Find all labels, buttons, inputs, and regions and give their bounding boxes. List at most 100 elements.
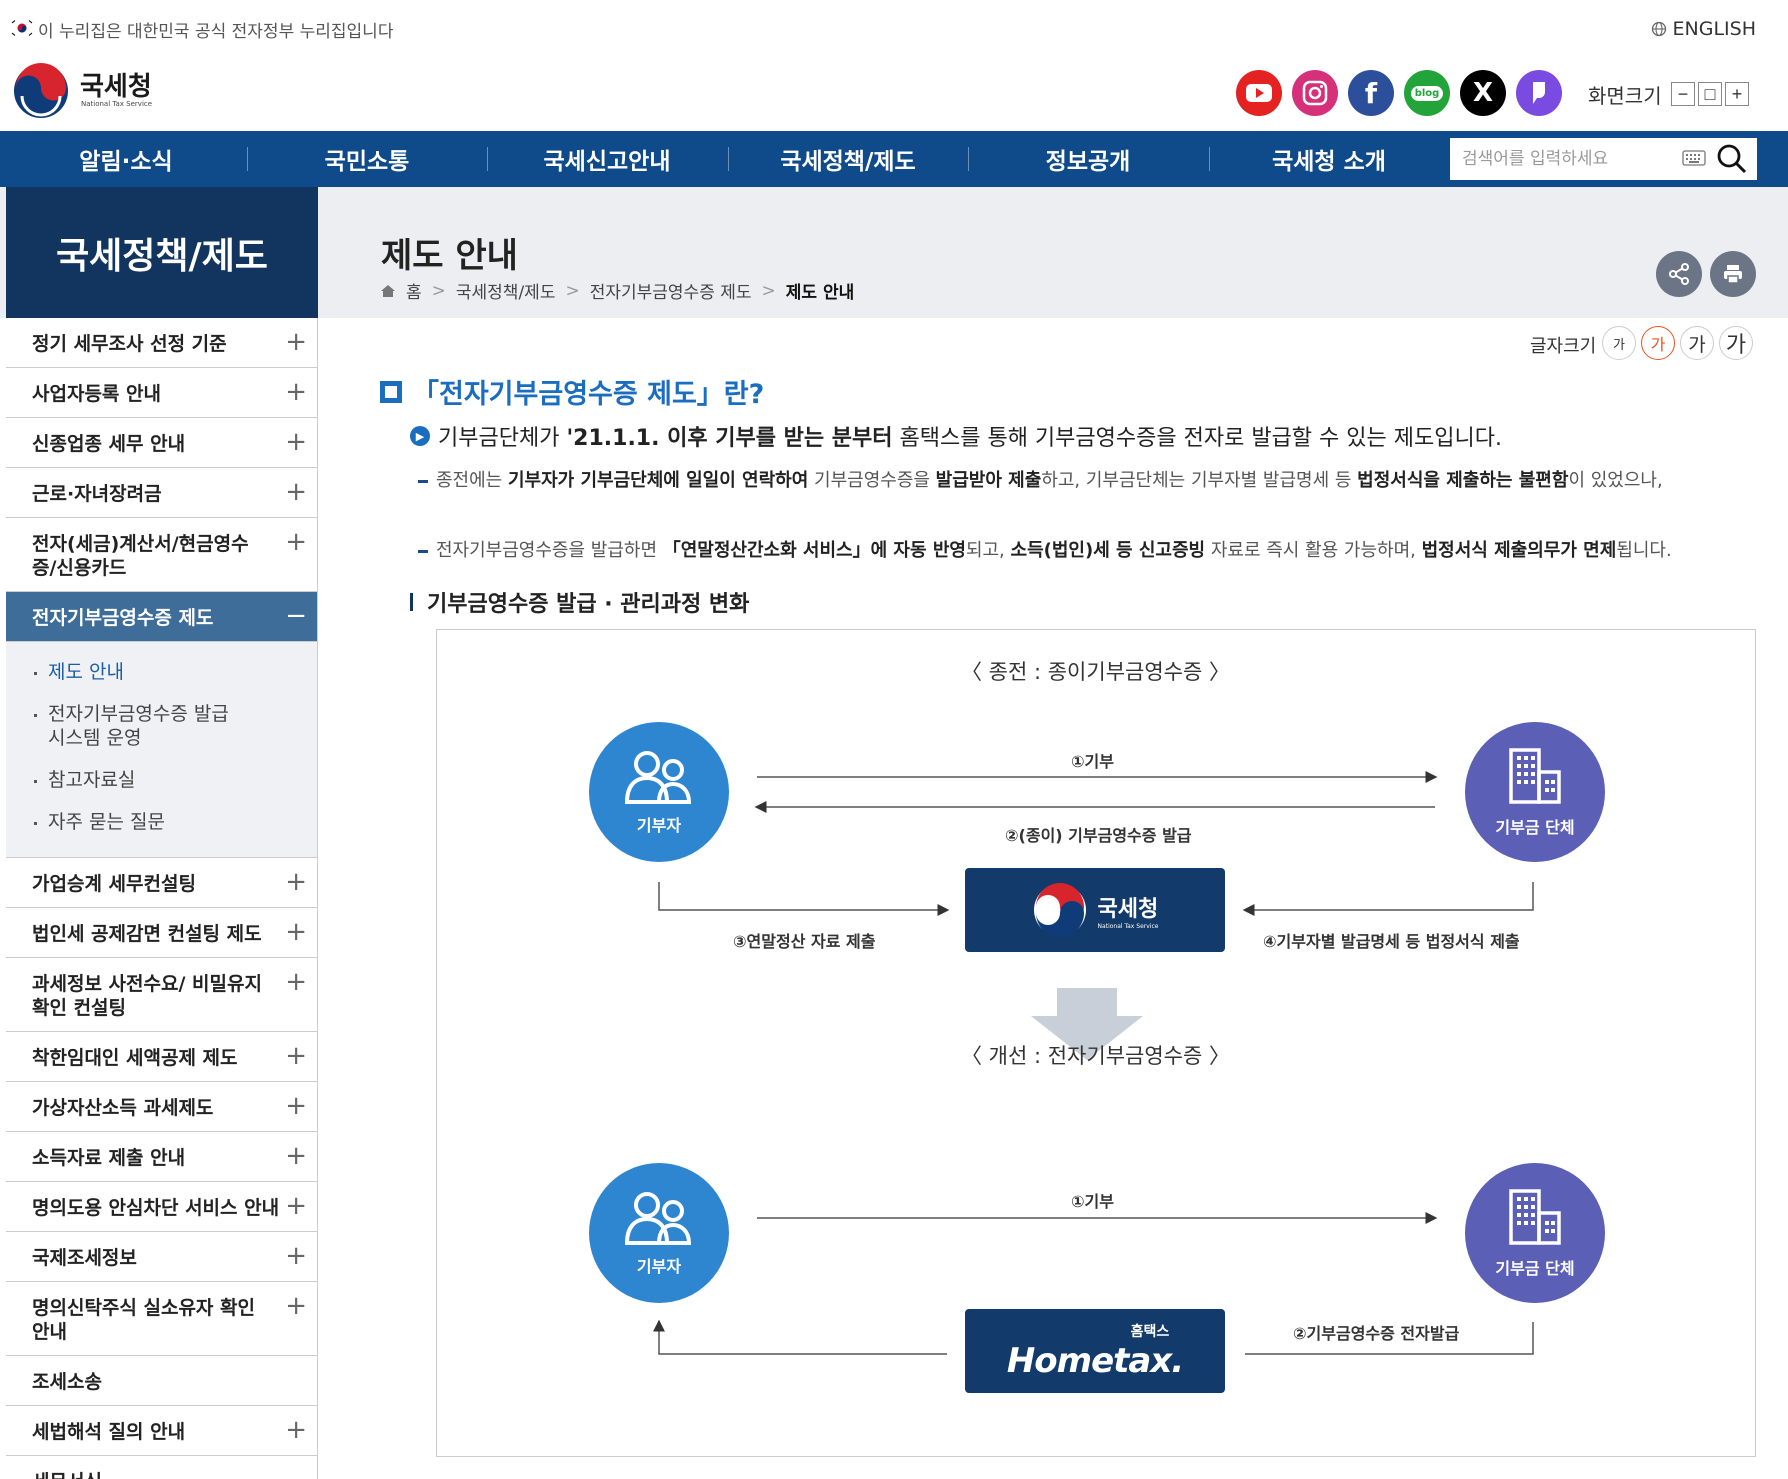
detail-text: 전자기부금영수증을 발급하면 bbox=[436, 540, 663, 561]
lnb-item-label: 세법해석 질의 안내 bbox=[32, 1421, 186, 1443]
nts-text: 국세청 National Tax Service bbox=[1098, 891, 1159, 930]
summary-line: 기부금단체가 '21.1.1. 이후 기부를 받는 분부터 홈택스를 통해 기부… bbox=[438, 420, 1502, 452]
font-size-small-button[interactable]: 가 bbox=[1602, 326, 1636, 360]
x-icon[interactable]: X bbox=[1460, 70, 1506, 116]
plus-icon: + bbox=[285, 1415, 307, 1445]
breadcrumb-e-receipt[interactable]: 전자기부금영수증 제도 bbox=[590, 278, 752, 303]
english-link[interactable]: ENGLISH bbox=[1651, 18, 1756, 40]
lnb-item-identity-theft[interactable]: 명의도용 안심차단 서비스 안내 + bbox=[6, 1182, 317, 1232]
local-nav: 정기 세무조사 선정 기준 + 사업자등록 안내 + 신종업종 세무 안내 + 근로·… bbox=[6, 318, 318, 1479]
font-size-large-button[interactable]: 가 bbox=[1680, 326, 1714, 360]
plus-icon: + bbox=[285, 327, 307, 357]
english-label: ENGLISH bbox=[1672, 18, 1756, 40]
hometax-logo: Hometax. bbox=[1006, 1341, 1184, 1381]
nts-emblem-icon bbox=[1033, 883, 1086, 937]
gnb-item-news[interactable]: 알림·소식 bbox=[6, 131, 246, 187]
font-size-xlarge-button[interactable]: 가 bbox=[1719, 326, 1753, 360]
org-node-after: 기부금 단체 bbox=[1465, 1163, 1605, 1303]
search-icon[interactable] bbox=[1716, 143, 1748, 175]
plus-icon: + bbox=[285, 917, 307, 947]
lnb-item-earned-income[interactable]: 근로·자녀장려금 + bbox=[6, 468, 317, 518]
lnb-item-international-tax[interactable]: 국제조세정보 + bbox=[6, 1232, 317, 1282]
sub-heading: 기부금영수증 발급 · 관리과정 변화 bbox=[410, 586, 749, 618]
detail-bold: 「연말정산간소화 서비스」에 자동 반영 bbox=[662, 540, 966, 561]
summary-bold: '21.1.1. 이후 기부를 받는 분부터 bbox=[566, 426, 893, 451]
building-icon bbox=[1509, 1189, 1561, 1245]
step-year-end-data: ③연말정산 자료 제출 bbox=[733, 932, 876, 951]
building-icon bbox=[1509, 748, 1561, 804]
summary-pre: 기부금단체가 bbox=[438, 426, 567, 451]
detail-text: 하고, 기부금단체는 기부자별 발급명세 등 bbox=[1041, 470, 1358, 491]
heading-bar-icon bbox=[410, 593, 413, 611]
lnb-item-e-invoice[interactable]: 전자(세금)계산서/현금영수증/신용카드 + bbox=[6, 518, 317, 592]
zoom-reset-button[interactable]: □ bbox=[1698, 82, 1722, 106]
share-icon bbox=[1669, 263, 1689, 285]
zoom-out-button[interactable]: − bbox=[1671, 82, 1695, 106]
youtube-icon[interactable] bbox=[1236, 70, 1282, 116]
lnb-item-succession-consulting[interactable]: 가업승계 세무컨설팅 + bbox=[6, 858, 317, 908]
lnb-item-virtual-asset[interactable]: 가상자산소득 과세제도 + bbox=[6, 1082, 317, 1132]
search-input[interactable] bbox=[1462, 144, 1672, 174]
plus-icon: + bbox=[285, 527, 307, 557]
print-button[interactable] bbox=[1710, 251, 1756, 297]
instagram-icon[interactable] bbox=[1292, 70, 1338, 116]
lnb-item-tax-audit[interactable]: 정기 세무조사 선정 기준 + bbox=[6, 318, 317, 368]
gnb-item-about[interactable]: 국세청 소개 bbox=[1209, 131, 1449, 187]
chevron-right-icon: > bbox=[431, 280, 446, 301]
detail-text: 됩니다. bbox=[1616, 540, 1672, 561]
lnb-item-business-registration[interactable]: 사업자등록 안내 + bbox=[6, 368, 317, 418]
detail-previous: 종전에는 기부자가 기부금단체에 일일이 연락하여 기부금영수증을 발급받아 제… bbox=[418, 466, 1756, 496]
gnb-item-communication[interactable]: 국민소통 bbox=[247, 131, 487, 187]
plus-icon: + bbox=[285, 867, 307, 897]
lnb-sub-item-references[interactable]: 참고자료실 bbox=[32, 768, 317, 792]
plus-icon: + bbox=[285, 1291, 307, 1321]
gnb-item-tax-filing[interactable]: 국세신고안내 bbox=[487, 131, 727, 187]
lnb-item-corporate-tax-consulting[interactable]: 법인세 공제감면 컨설팅 제도 + bbox=[6, 908, 317, 958]
lnb-sub-item-system[interactable]: 전자기부금영수증 발급 시스템 운영 bbox=[32, 702, 242, 750]
talk-icon[interactable] bbox=[1516, 70, 1562, 116]
gnb-item-disclosure[interactable]: 정보공개 bbox=[968, 131, 1208, 187]
lnb-item-label: 가상자산소득 과세제도 bbox=[32, 1097, 214, 1119]
nts-title: 국세청 bbox=[1097, 896, 1159, 922]
font-size-default-button[interactable]: 가 bbox=[1641, 326, 1675, 360]
step-paper-receipt: ②(종이) 기부금영수증 발급 bbox=[1005, 826, 1192, 845]
detail-text: 자료로 즉시 활용 가능하며, bbox=[1205, 540, 1422, 561]
plus-icon: + bbox=[285, 1141, 307, 1171]
lnb-item-income-data[interactable]: 소득자료 제출 안내 + bbox=[6, 1132, 317, 1182]
plus-icon: + bbox=[285, 1191, 307, 1221]
lnb-item-tax-forms[interactable]: 세무서식 bbox=[6, 1456, 317, 1479]
detail-text: 종전에는 bbox=[436, 470, 508, 491]
detail-text: 되고, bbox=[965, 540, 1011, 561]
lnb-item-tax-info-consulting[interactable]: 과세정보 사전수요/ 비밀유지 확인 컨설팅 + bbox=[6, 958, 317, 1032]
lnb-item-label: 법인세 공제감면 컨설팅 제도 bbox=[32, 923, 262, 945]
lnb-title: 국세정책/제도 bbox=[6, 187, 318, 318]
detail-text: 기부금영수증을 bbox=[808, 470, 936, 491]
lnb-item-e-donation-receipt[interactable]: 전자기부금영수증 제도 − bbox=[6, 592, 317, 642]
sub-heading-text: 기부금영수증 발급 · 관리과정 변화 bbox=[427, 592, 750, 617]
lnb-item-law-interpretation[interactable]: 세법해석 질의 안내 + bbox=[6, 1406, 317, 1456]
gnb-item-tax-policy[interactable]: 국세정책/제도 bbox=[728, 131, 968, 187]
lnb-item-label: 신종업종 세무 안내 bbox=[32, 433, 186, 455]
breadcrumb: 홈 > 국세정책/제도 > 전자기부금영수증 제도 > 제도 안내 bbox=[380, 278, 854, 303]
share-button[interactable] bbox=[1656, 251, 1702, 297]
lnb-item-label: 전자(세금)계산서/현금영수증/신용카드 bbox=[32, 533, 249, 579]
lnb-sub-item-faq[interactable]: 자주 묻는 질문 bbox=[32, 810, 317, 834]
detail-bold: 소득(법인)세 등 신고증빙 bbox=[1010, 540, 1206, 561]
lnb-item-new-business[interactable]: 신종업종 세무 안내 + bbox=[6, 418, 317, 468]
lnb-item-tax-litigation[interactable]: 조세소송 bbox=[6, 1356, 317, 1406]
globe-icon bbox=[1651, 21, 1666, 37]
logo-title: 국세청 bbox=[80, 72, 152, 102]
zoom-in-button[interactable]: + bbox=[1725, 82, 1749, 106]
lnb-submenu: 제도 안내 전자기부금영수증 발급 시스템 운영 참고자료실 자주 묻는 질문 bbox=[6, 642, 317, 858]
lnb-item-label: 정기 세무조사 선정 기준 bbox=[32, 333, 227, 355]
lnb-sub-item-guide[interactable]: 제도 안내 bbox=[32, 660, 317, 684]
lnb-item-good-landlord[interactable]: 착한임대인 세액공제 제도 + bbox=[6, 1032, 317, 1082]
keyboard-icon[interactable] bbox=[1682, 150, 1706, 166]
breadcrumb-current: 제도 안내 bbox=[785, 283, 855, 303]
breadcrumb-home[interactable]: 홈 bbox=[406, 278, 422, 303]
search-box bbox=[1450, 138, 1757, 180]
facebook-icon[interactable]: f bbox=[1348, 70, 1394, 116]
blog-icon[interactable]: blog bbox=[1404, 70, 1450, 116]
lnb-item-nominee-stock[interactable]: 명의신탁주식 실소유자 확인안내 + bbox=[6, 1282, 317, 1356]
breadcrumb-tax-policy[interactable]: 국세정책/제도 bbox=[456, 278, 556, 303]
